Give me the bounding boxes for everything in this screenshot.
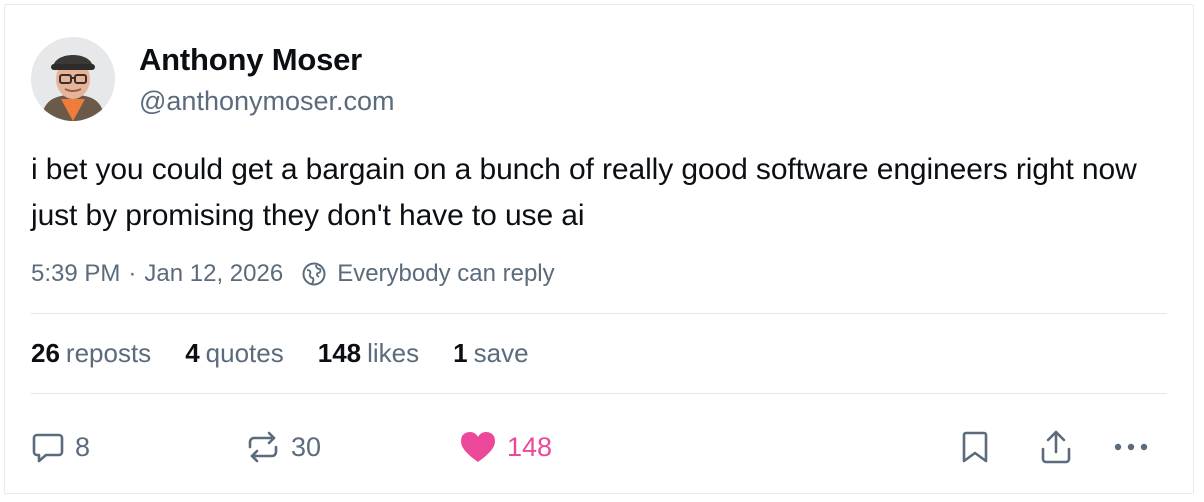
globe-icon: [301, 261, 327, 287]
ellipsis-icon: [1113, 441, 1149, 453]
post-card: Anthony Moser @anthonymoser.com i bet yo…: [4, 4, 1194, 494]
stat-label: quotes: [205, 338, 284, 368]
author-avatar[interactable]: [31, 37, 115, 121]
stat-label: save: [473, 338, 529, 368]
post-meta: 5:39 PM · Jan 12, 2026 Everybody can rep…: [31, 259, 555, 289]
repost-count: 30: [291, 431, 322, 462]
stat-label: likes: [367, 338, 420, 368]
bookmark-button[interactable]: [959, 425, 991, 469]
post-date[interactable]: Jan 12, 2026: [144, 260, 283, 288]
stat-count: 148: [317, 338, 362, 368]
reply-count: 8: [75, 431, 91, 462]
divider-bottom: [31, 393, 1167, 394]
more-options-button[interactable]: [1113, 425, 1149, 469]
reply-button[interactable]: 8: [31, 425, 90, 469]
engagement-stats: 26 reposts 4 quotes 148 likes 1 save: [31, 338, 563, 369]
author-display-name[interactable]: Anthony Moser: [139, 42, 362, 78]
share-button[interactable]: [1039, 425, 1073, 469]
stat-count: 26: [31, 338, 60, 368]
bookmark-icon: [959, 429, 991, 465]
stat-count: 4: [185, 338, 200, 368]
stat-count: 1: [453, 338, 468, 368]
heart-icon: [459, 430, 497, 464]
meta-separator: ·: [128, 260, 137, 287]
divider-top: [31, 313, 1167, 314]
repost-button[interactable]: 30: [245, 425, 321, 469]
repost-icon: [245, 430, 281, 464]
stat-saves[interactable]: 1 save: [453, 338, 528, 369]
like-count: 148: [507, 431, 553, 462]
speech-bubble-icon: [31, 430, 65, 464]
stat-reposts[interactable]: 26 reposts: [31, 338, 151, 369]
stat-label: reposts: [65, 338, 152, 368]
stat-quotes[interactable]: 4 quotes: [185, 338, 284, 369]
author-handle[interactable]: @anthonymoser.com: [139, 86, 395, 117]
post-text: i bet you could get a bargain on a bunch…: [31, 153, 1137, 232]
avatar-photo-icon: [31, 37, 115, 121]
reply-setting: Everybody can reply: [337, 260, 555, 287]
post-time[interactable]: 5:39 PM: [31, 260, 120, 288]
stat-likes[interactable]: 148 likes: [318, 338, 419, 369]
like-button[interactable]: 148: [459, 425, 552, 469]
share-icon: [1039, 429, 1073, 465]
